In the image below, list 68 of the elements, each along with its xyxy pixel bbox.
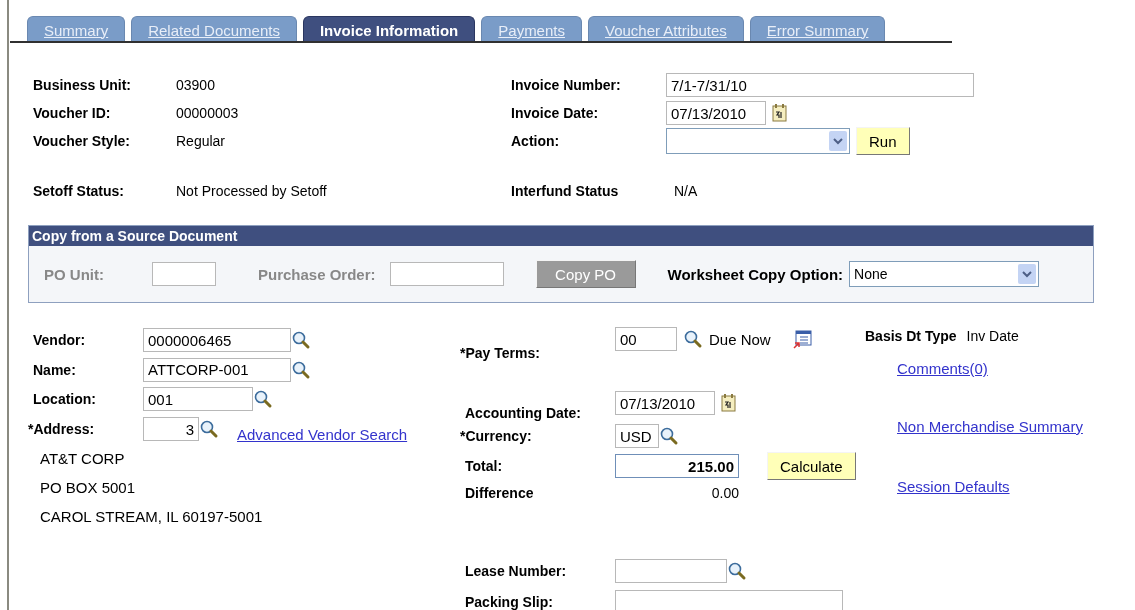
calculate-button[interactable]: Calculate [767,452,856,480]
field-value: 03900 [176,77,215,93]
run-button[interactable]: Run [856,127,910,155]
currency-field[interactable]: USD [615,424,659,448]
field-label: Action: [511,133,560,149]
field-label: Packing Slip: [465,594,554,610]
field-label: Interfund Status [511,183,619,199]
field-label: Vendor: [33,332,87,348]
invoice-number-field[interactable]: 7/1-7/31/10 [666,73,974,97]
tab[interactable]: Invoice Information [302,16,476,41]
calendar-icon[interactable] [772,103,788,123]
action-select[interactable] [666,128,850,154]
panel-title: Copy from a Source Document [29,226,1093,246]
total-field[interactable]: 215.00 [615,454,739,478]
lease-number-field[interactable] [615,559,727,583]
purchase-order-field[interactable] [389,262,504,286]
search-icon[interactable] [291,359,311,380]
field-value: N/A [674,183,698,199]
field-label: *Currency: [460,428,533,444]
window-icon[interactable] [792,329,813,349]
field-label: PO Unit: [44,265,104,283]
field-label: Invoice Number: [511,77,621,93]
field-label: Lease Number: [465,563,568,579]
date-field[interactable]: 07/13/2010 [666,101,766,125]
field-label: Name: [33,361,77,378]
address-line: AT&T CORP [40,450,125,467]
search-icon[interactable] [291,330,311,350]
calendar-icon[interactable] [721,393,737,413]
search-icon[interactable] [253,389,273,409]
field-label: Location: [33,391,97,407]
worksheet-select[interactable]: None [849,261,1040,287]
field-value: Inv Date [966,328,1019,344]
packing-slip-field[interactable] [615,590,843,610]
page-link[interactable]: Comments(0) [897,360,988,377]
field-label: Setoff Status: [33,183,124,199]
search-icon[interactable] [727,561,747,581]
field-label: Basis Dt Type [865,328,957,344]
field-label: Worksheet Copy Option: [667,265,844,283]
address-line: PO BOX 5001 [40,479,136,496]
field-value: Not Processed by Setoff [176,183,327,199]
field-label: Voucher Style: [33,133,130,149]
vendor-field[interactable]: 0000006465 [143,328,291,352]
field-label: Purchase Order: [258,265,376,283]
advanced-search-link[interactable]: Advanced Vendor Search [237,425,408,443]
field-label: Difference [465,485,535,501]
pay-terms-description: Due Now [709,330,771,348]
pay-terms-field[interactable]: 00 [615,327,677,351]
field-label: Voucher ID: [33,105,111,121]
po-unit-field[interactable] [152,262,216,286]
vendor-field[interactable]: 3 [143,417,199,441]
field-label: Accounting Date: [465,405,582,421]
date-field[interactable]: 07/13/2010 [615,391,715,415]
vendor-field[interactable]: ATTCORP-001 [143,357,291,382]
field-value: 00000003 [176,105,239,121]
search-icon[interactable] [683,329,703,349]
field-label: Total: [465,458,504,474]
search-icon[interactable] [659,426,679,446]
field-label: Invoice Date: [511,105,599,121]
field-label: Business Unit: [33,77,131,93]
search-icon[interactable] [199,419,219,439]
field-label: *Pay Terms: [460,345,541,361]
address-line: CAROL STREAM, IL 60197-5001 [40,508,263,525]
page-link[interactable]: Session Defaults [897,478,1010,495]
field-label: *Address: [28,421,96,437]
page-link[interactable]: Non Merchandise Summary [897,418,1083,435]
vendor-field[interactable]: 001 [143,387,253,411]
field-value: Regular [176,133,226,149]
field-value: 0.00 [710,485,739,501]
